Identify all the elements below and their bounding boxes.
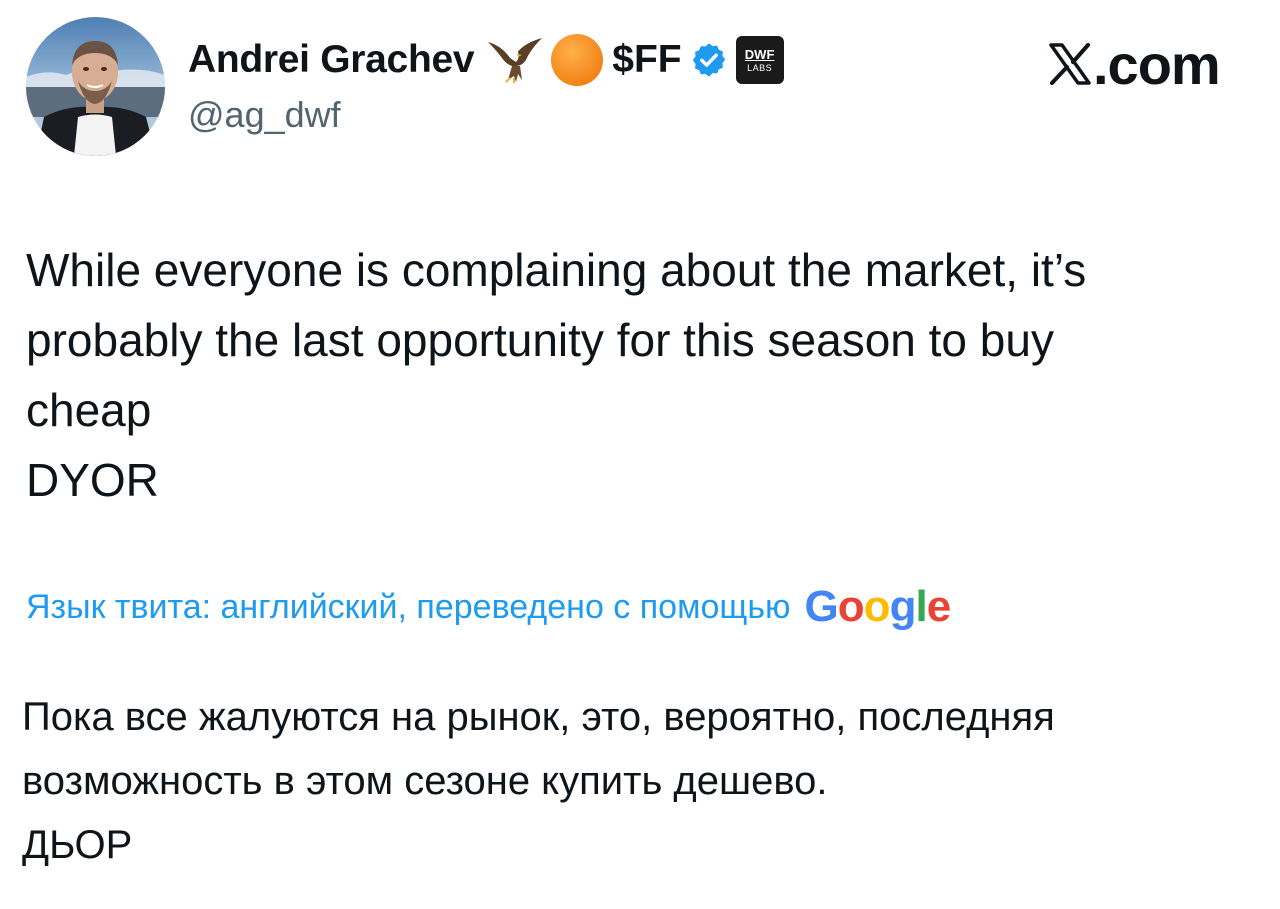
google-logo: Google bbox=[804, 582, 952, 632]
site-logo: .com bbox=[1048, 32, 1221, 96]
author-handle[interactable]: @ag_dwf bbox=[188, 94, 341, 136]
eagle-emoji bbox=[486, 36, 544, 84]
google-letter: o bbox=[837, 582, 865, 631]
translation-notice-text[interactable]: Язык твита: английский, переведено с пом… bbox=[26, 588, 791, 627]
translated-text-line: Пока все жалуются на рынок, это, вероятн… bbox=[22, 695, 1055, 739]
tweet-text-line: cheap bbox=[26, 384, 152, 436]
author-ticker: $FF bbox=[612, 38, 682, 81]
badge-label-bottom: LABS bbox=[747, 62, 773, 73]
verified-badge-icon[interactable] bbox=[690, 41, 728, 79]
tweet-text-line: While everyone is complaining about the … bbox=[26, 244, 1087, 296]
avatar-photo bbox=[26, 17, 165, 156]
google-letter: e bbox=[926, 582, 952, 631]
tweet-text-line: probably the last opportunity for this s… bbox=[26, 314, 1054, 366]
site-logo-text: .com bbox=[1093, 32, 1221, 96]
dwf-labs-badge[interactable]: DWF LABS bbox=[735, 36, 784, 84]
tweet-text: While everyone is complaining about the … bbox=[26, 235, 1256, 515]
translation-notice[interactable]: Язык твита: английский, переведено с пом… bbox=[26, 582, 952, 632]
google-letter: G bbox=[804, 582, 839, 631]
google-letter: o bbox=[863, 582, 891, 631]
translated-text: Пока все жалуются на рынок, это, вероятн… bbox=[22, 685, 1262, 877]
tweet-text-line: DYOR bbox=[26, 454, 159, 506]
badge-label-top: DWF bbox=[744, 46, 775, 62]
author-name-row: Andrei Grachev $FF DWF LABS bbox=[188, 28, 784, 92]
google-letter: l bbox=[915, 582, 927, 631]
author-display-name[interactable]: Andrei Grachev bbox=[188, 38, 475, 82]
x-logo-icon bbox=[1048, 42, 1092, 86]
translated-text-line: ДЬОР bbox=[22, 823, 133, 867]
orange-circle-emoji bbox=[550, 33, 604, 87]
avatar[interactable] bbox=[26, 17, 165, 156]
translated-text-line: возможность в этом сезоне купить дешево. bbox=[22, 759, 828, 803]
google-letter: g bbox=[889, 582, 917, 631]
